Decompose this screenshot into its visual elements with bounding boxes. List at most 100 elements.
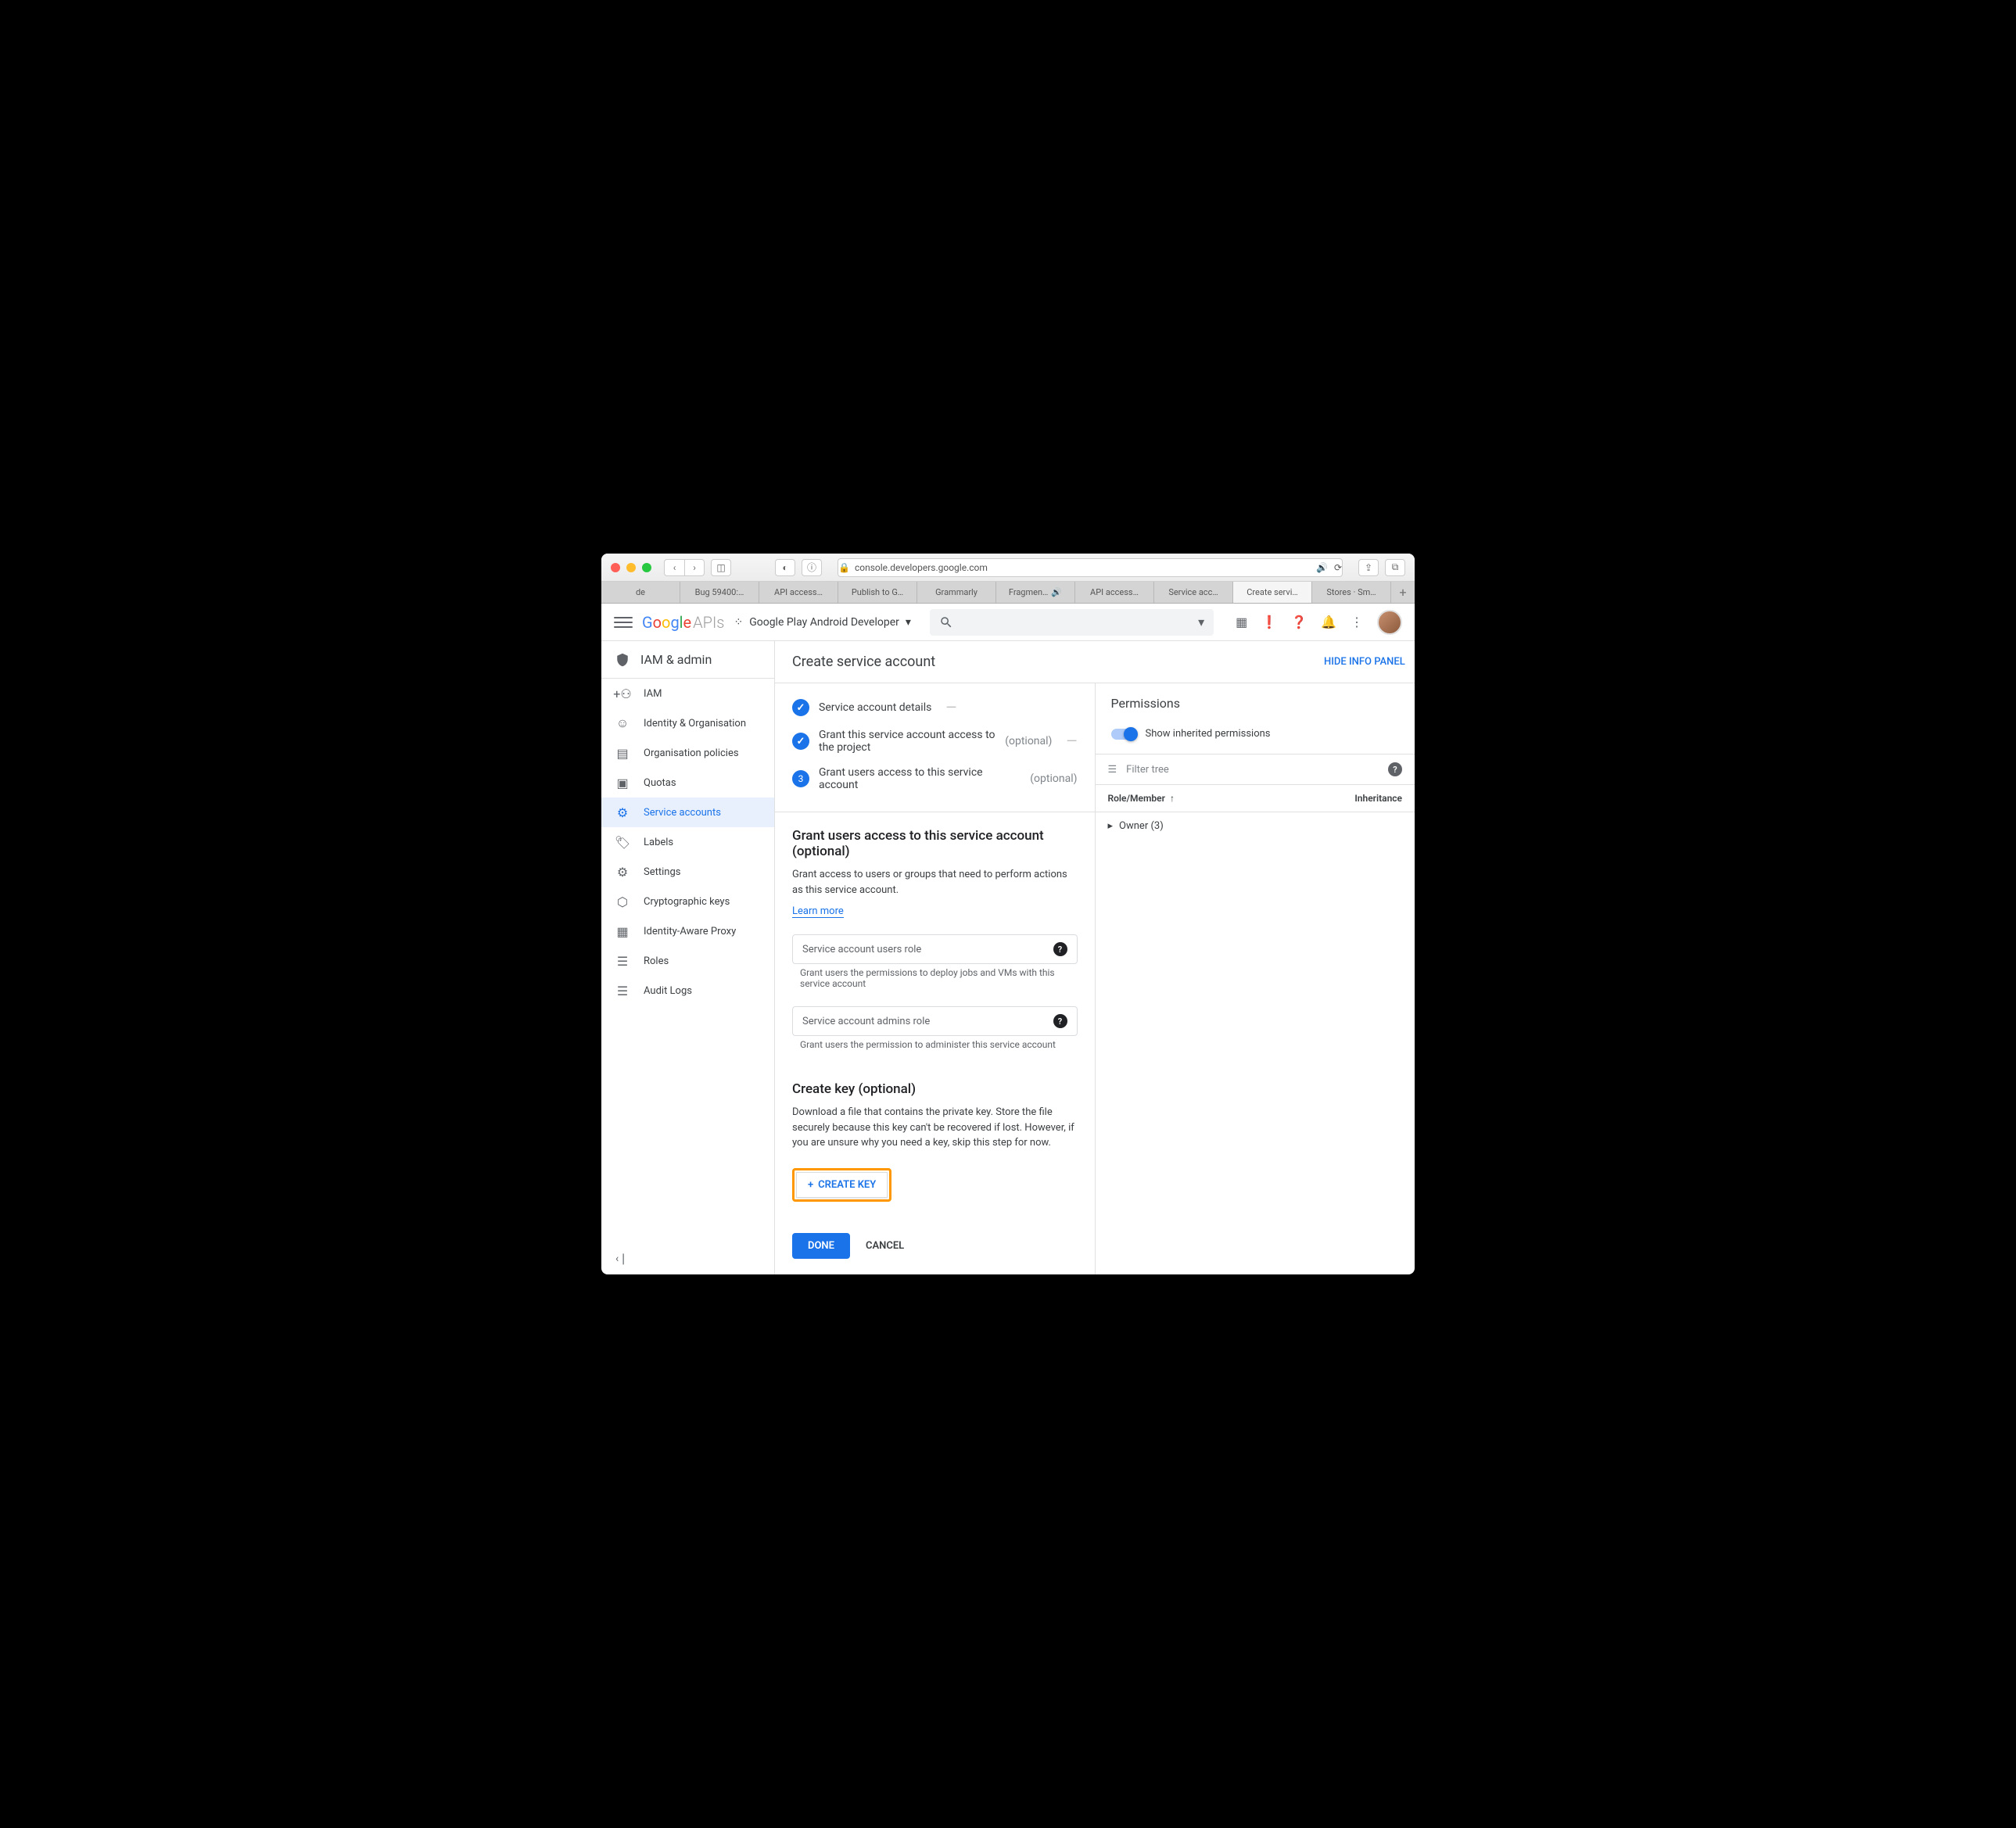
person-add-icon: +⚇: [615, 686, 630, 701]
help-icon[interactable]: ?: [1053, 942, 1067, 956]
form-content: Service account details— Grant this serv…: [775, 683, 1095, 1274]
sidebar-item-crypto-keys[interactable]: ⬡Cryptographic keys: [601, 887, 774, 916]
done-button[interactable]: DONE: [792, 1233, 850, 1259]
browser-tab[interactable]: Bug 59400:…: [680, 582, 759, 603]
step-1[interactable]: Service account details—: [792, 693, 1078, 722]
filter-row: ☰ Filter tree ?: [1096, 754, 1415, 785]
step-number-icon: 3: [792, 770, 809, 787]
sidebar-item-roles[interactable]: ☰Roles: [601, 946, 774, 976]
project-selector[interactable]: ⁘ Google Play Android Developer ▾: [734, 616, 910, 629]
table-row[interactable]: ▸ Owner (3): [1096, 812, 1415, 840]
gift-icon[interactable]: ▦: [1236, 615, 1247, 629]
row-label: Owner (3): [1119, 820, 1164, 832]
collapse-sidebar-button[interactable]: ‹❘: [601, 1243, 774, 1274]
browser-tab[interactable]: de: [601, 582, 680, 603]
search-icon: [939, 615, 953, 629]
plus-icon: +: [808, 1179, 813, 1191]
inheritance-column[interactable]: Inheritance: [1354, 793, 1402, 804]
input-label: Service account users role: [802, 944, 921, 955]
browser-tab[interactable]: Fragmen…🔊: [996, 582, 1075, 603]
tag-icon: 🏷: [615, 835, 630, 849]
help-icon[interactable]: ?: [1053, 1014, 1067, 1028]
sidebar-toggle-icon[interactable]: ◫: [711, 559, 731, 576]
new-tab-button[interactable]: +: [1391, 582, 1415, 603]
alert-icon[interactable]: ❗: [1261, 615, 1277, 629]
users-role-input[interactable]: Service account users role ?: [792, 934, 1078, 964]
panel-title: Permissions: [1096, 683, 1415, 723]
window-controls: [611, 563, 651, 572]
sidebar: IAM & admin +⚇IAM ☺Identity & Organisati…: [601, 641, 775, 1274]
sidebar-item-service-accounts[interactable]: ⚙Service accounts: [601, 798, 774, 827]
input-label: Service account admins role: [802, 1016, 930, 1027]
project-icon: ⁘: [734, 616, 743, 629]
browser-tab[interactable]: Publish to G…: [838, 582, 917, 603]
help-icon[interactable]: ?: [1388, 762, 1402, 776]
minimize-window-icon[interactable]: [626, 563, 636, 572]
role-member-column[interactable]: Role/Member↑: [1108, 793, 1355, 804]
sidebar-item-quotas[interactable]: ▣Quotas: [601, 768, 774, 798]
filter-icon[interactable]: ☰: [1108, 764, 1117, 776]
filter-input[interactable]: Filter tree: [1126, 764, 1379, 776]
sidebar-item-identity[interactable]: ☺Identity & Organisation: [601, 708, 774, 738]
close-window-icon[interactable]: [611, 563, 620, 572]
project-name: Google Play Android Developer: [749, 616, 899, 629]
section-desc: Grant access to users or groups that nee…: [792, 867, 1078, 898]
sidebar-item-iam[interactable]: +⚇IAM: [601, 679, 774, 708]
admins-role-input[interactable]: Service account admins role ?: [792, 1006, 1078, 1036]
check-icon: [792, 699, 809, 716]
avatar[interactable]: [1377, 610, 1402, 635]
cancel-button[interactable]: CANCEL: [866, 1240, 904, 1252]
create-key-highlight: + CREATE KEY: [792, 1168, 891, 1202]
gear-icon: ⚙: [615, 865, 630, 879]
extension-icon[interactable]: ◐: [775, 559, 795, 576]
chevron-down-icon: ▾: [1198, 615, 1204, 629]
inherited-toggle[interactable]: [1111, 729, 1136, 740]
app-body: IAM & admin +⚇IAM ☺Identity & Organisati…: [601, 641, 1415, 1274]
shield-icon: [615, 653, 630, 667]
page-title: Create service account: [792, 654, 935, 670]
section-desc: Download a file that contains the privat…: [792, 1105, 1078, 1151]
sidebar-item-audit-logs[interactable]: ☰Audit Logs: [601, 976, 774, 1005]
form-actions: DONE CANCEL: [775, 1217, 1095, 1274]
browser-tab[interactable]: API access…: [1075, 582, 1154, 603]
reload-icon[interactable]: ⟳: [1334, 562, 1342, 573]
url-bar[interactable]: 🔒 console.developers.google.com 🔊 ⟳: [838, 558, 1343, 577]
permissions-panel: Permissions Show inherited permissions ☰…: [1095, 683, 1415, 1274]
step-3[interactable]: 3Grant users access to this service acco…: [792, 760, 1078, 798]
search-input[interactable]: ▾: [930, 609, 1214, 636]
sidebar-item-labels[interactable]: 🏷Labels: [601, 827, 774, 857]
sidebar-item-policies[interactable]: ▤Organisation policies: [601, 738, 774, 768]
quota-icon: ▣: [615, 776, 630, 790]
sidebar-title: IAM & admin: [601, 641, 774, 679]
browser-tab-active[interactable]: Create servi…: [1233, 582, 1312, 603]
browser-tab[interactable]: API access…: [759, 582, 838, 603]
back-button[interactable]: ‹: [664, 559, 684, 576]
hide-info-panel-link[interactable]: HIDE INFO PANEL: [1324, 656, 1405, 668]
admins-role-field: Service account admins role ? Grant user…: [792, 1006, 1078, 1050]
learn-more-link[interactable]: Learn more: [792, 905, 844, 918]
forward-button[interactable]: ›: [684, 559, 705, 576]
help-icon[interactable]: ❓: [1291, 615, 1307, 629]
share-icon[interactable]: ⇪: [1358, 559, 1379, 576]
app-header: GoogleAPIs ⁘ Google Play Android Develop…: [601, 604, 1415, 641]
more-vert-icon[interactable]: ⋮: [1351, 615, 1363, 629]
tabs-icon[interactable]: ⧉: [1385, 559, 1405, 576]
notifications-icon[interactable]: 🔔: [1321, 615, 1336, 629]
chevron-down-icon: ▾: [906, 616, 911, 629]
titlebar: ‹ › ◫ ◐ ⓘ 🔒 console.developers.google.co…: [601, 554, 1415, 582]
google-apis-logo[interactable]: GoogleAPIs: [642, 613, 724, 632]
create-key-button[interactable]: + CREATE KEY: [796, 1172, 888, 1198]
browser-tab[interactable]: Grammarly: [917, 582, 996, 603]
browser-tab[interactable]: Service acc…: [1154, 582, 1233, 603]
expand-icon[interactable]: ▸: [1108, 820, 1114, 832]
step-2[interactable]: Grant this service account access to the…: [792, 722, 1078, 760]
browser-tab[interactable]: Stores · Sm…: [1312, 582, 1391, 603]
sidebar-item-settings[interactable]: ⚙Settings: [601, 857, 774, 887]
sidebar-item-iap[interactable]: ▦Identity-Aware Proxy: [601, 916, 774, 946]
hamburger-menu-icon[interactable]: [614, 613, 633, 632]
maximize-window-icon[interactable]: [642, 563, 651, 572]
table-header: Role/Member↑ Inheritance: [1096, 785, 1415, 812]
users-role-field: Service account users role ? Grant users…: [792, 934, 1078, 989]
list-icon: ☰: [615, 984, 630, 998]
info-icon[interactable]: ⓘ: [802, 559, 822, 576]
